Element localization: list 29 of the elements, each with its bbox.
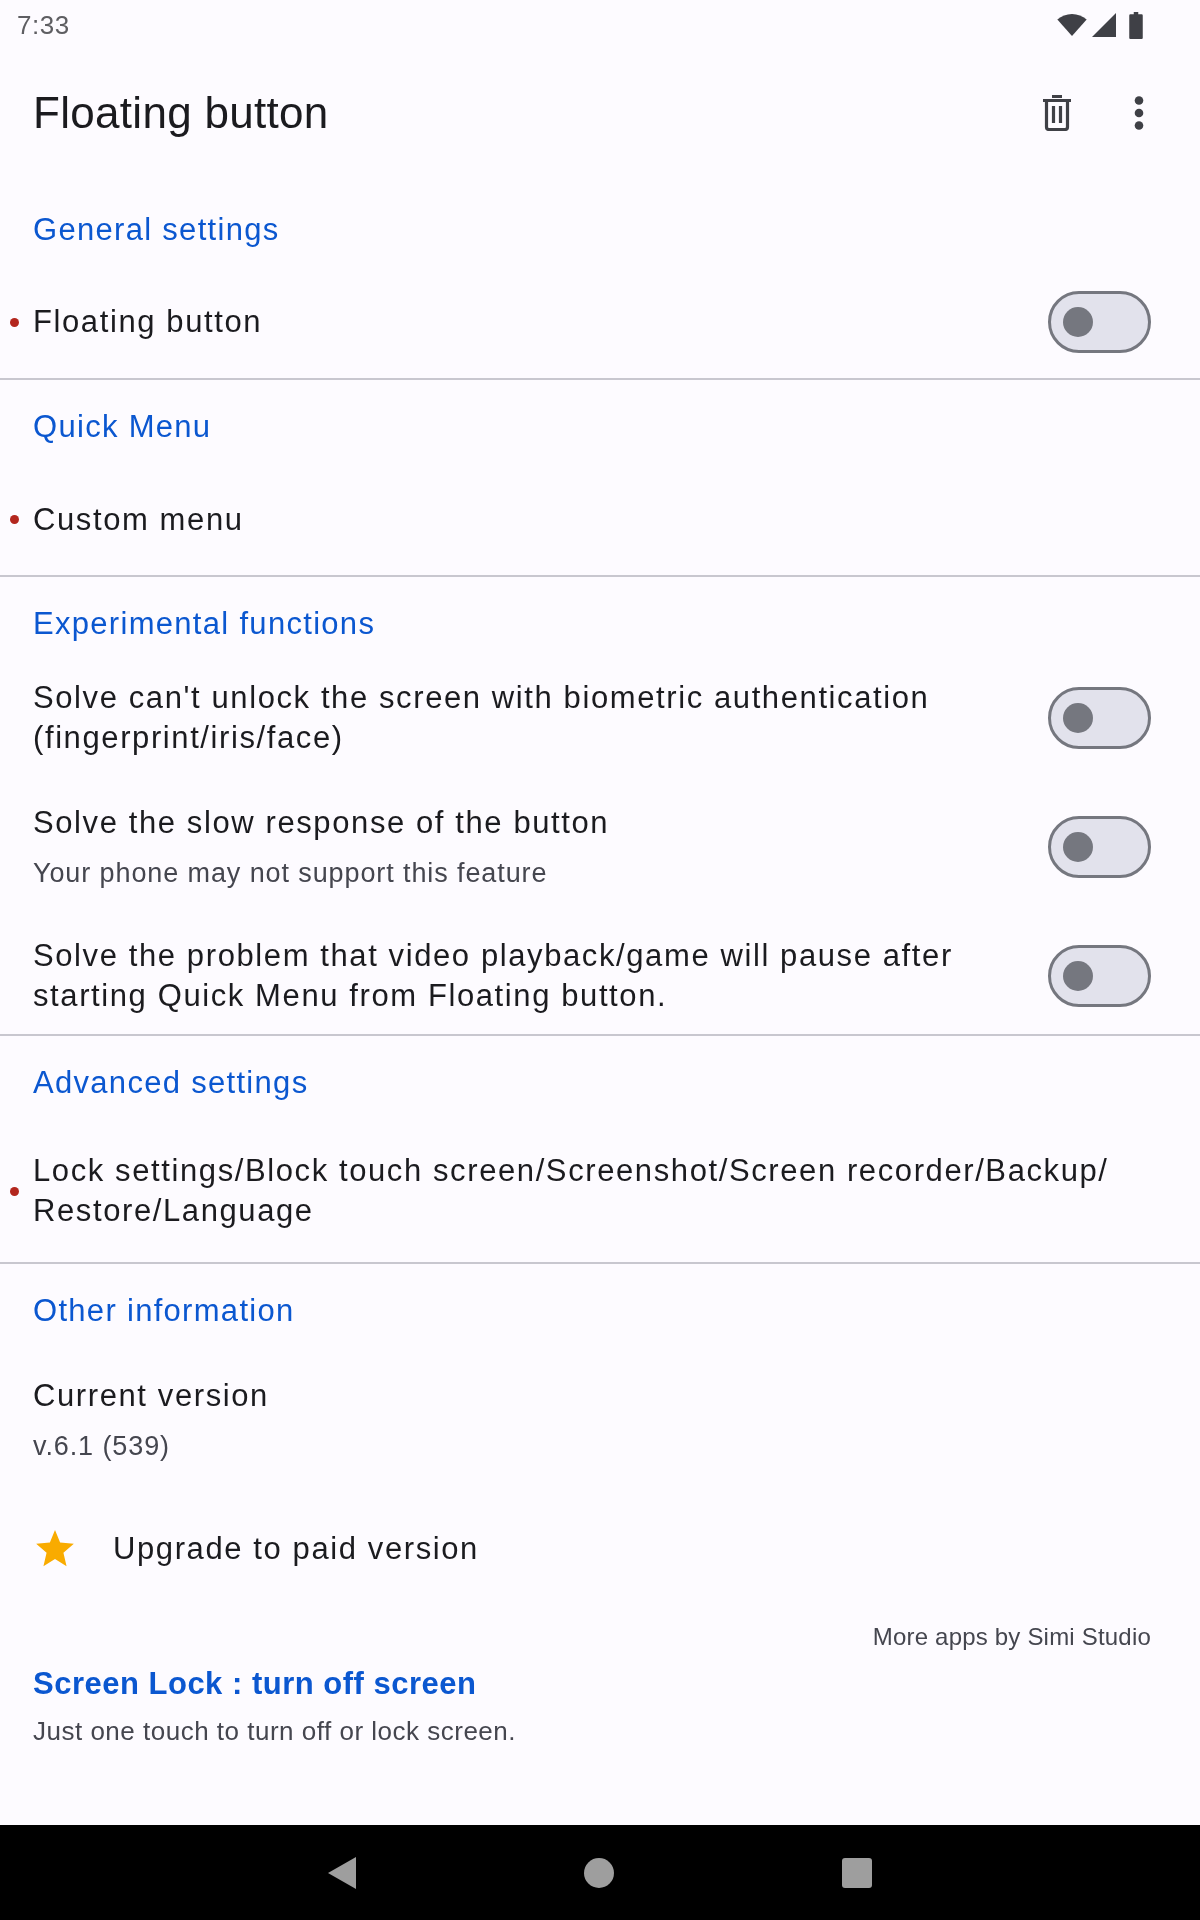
app-description: Just one touch to turn off or lock screen. [33, 1715, 516, 1748]
more-options-icon[interactable] [1134, 95, 1144, 130]
app-link[interactable]: Screen Lock : turn off screen [33, 1664, 477, 1704]
section-header: Other information [33, 1293, 295, 1328]
menu-item[interactable]: Custom menu [33, 499, 244, 540]
section-header: Experimental functions [33, 606, 376, 641]
star-icon [35, 1529, 75, 1568]
setting-title: Solve the problem that video playback/game will pause after starting Quick Menu from Floating button. [33, 937, 954, 1015]
trash-icon[interactable] [1042, 94, 1072, 131]
signal-icon [1092, 13, 1116, 37]
home-icon[interactable] [584, 1857, 614, 1888]
setting-title: Solve can't unlock the screen with biometric authentication (fingerprint/iris/face) [33, 679, 931, 757]
setting-title: Solve the slow response of the button [33, 804, 610, 842]
status-time: 7:33 [17, 9, 70, 41]
section-header: General settings [33, 212, 280, 247]
screen-title: Floating button [33, 87, 329, 138]
battery-icon [1129, 11, 1143, 39]
back-icon[interactable] [328, 1856, 356, 1889]
wifi-icon [1057, 14, 1087, 36]
info-title: Current version [33, 1377, 269, 1415]
recents-icon[interactable] [842, 1857, 872, 1888]
info-value: v.6.1 (539) [33, 1430, 170, 1463]
section-header: Advanced settings [33, 1065, 309, 1100]
section-header: Quick Menu [33, 409, 212, 444]
menu-item[interactable]: Upgrade to paid version [113, 1528, 479, 1569]
setting-title: Floating button [33, 303, 263, 341]
promo-label: More apps by Simi Studio [872, 1622, 1151, 1652]
setting-summary: Your phone may not support this feature [33, 857, 548, 890]
menu-item[interactable]: Lock settings/Block touch screen/Screenshot/Screen recorder/Backup/Restore/Language [33, 1151, 1113, 1231]
